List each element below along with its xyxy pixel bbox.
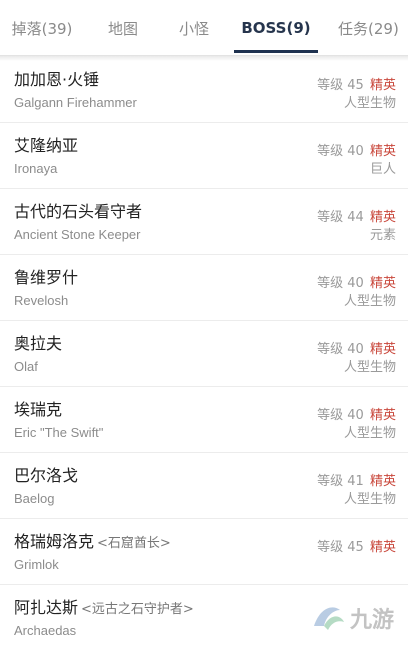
elite-badge: 精英 [369,540,396,555]
tab-map[interactable]: 地图 [94,0,152,56]
boss-type: 人型生物 [343,426,396,441]
boss-name: 埃瑞克 [14,400,63,419]
boss-name-en: Galgann Firehammer [14,95,137,110]
elite-badge: 精英 [369,474,396,489]
boss-row[interactable]: 巴尔洛戈 Baelog 等级 41 精英 人型生物 [0,453,408,519]
boss-name: 巴尔洛戈 [14,466,79,485]
boss-name-en: Archaedas [14,623,77,638]
boss-title: <远古之石守护者> [81,602,194,617]
boss-row[interactable]: 加加恩·火锤 Galgann Firehammer 等级 45 精英 人型生物 [0,57,408,123]
boss-row[interactable]: 艾隆纳亚 Ironaya 等级 40 精英 巨人 [0,123,408,189]
boss-row[interactable]: 鲁维罗什 Revelosh 等级 40 精英 人型生物 [0,255,408,321]
boss-level: 等级 44 精英 [317,210,396,225]
boss-level: 等级 45 精英 [317,78,396,93]
elite-badge: 精英 [369,210,396,225]
boss-level: 等级 45 精英 [317,540,396,555]
boss-row[interactable]: 埃瑞克 Eric "The Swift" 等级 40 精英 人型生物 [0,387,408,453]
boss-name: 加加恩·火锤 [14,70,100,89]
active-tab-indicator [234,50,318,53]
boss-list-page: 掉落(39) 地图 小怪 BOSS(9) 任务(29) 加加恩·火锤 Galga… [0,0,408,646]
boss-name: 鲁维罗什 [14,268,79,287]
watermark-text: 九游 [349,607,394,633]
boss-name: 格瑞姆洛克 <石窟酋长> [14,532,171,551]
tab-drops[interactable]: 掉落(39) [6,0,78,56]
boss-name-en: Revelosh [14,293,69,308]
boss-row[interactable]: 格瑞姆洛克 <石窟酋长> Grimlok 等级 45 精英 [0,519,408,585]
elite-badge: 精英 [369,276,396,291]
boss-type: 人型生物 [343,96,396,111]
boss-row[interactable]: 古代的石头看守者 Ancient Stone Keeper 等级 44 精英 元… [0,189,408,255]
elite-badge: 精英 [369,144,396,159]
boss-name-en: Baelog [14,491,55,506]
boss-level: 等级 40 精英 [317,276,396,291]
boss-type: 人型生物 [343,360,396,375]
boss-name-en: Olaf [14,359,38,374]
boss-level: 等级 41 精英 [317,474,396,489]
tab-mobs[interactable]: 小怪 [166,0,222,56]
boss-name-en: Ironaya [14,161,58,176]
tab-bar: 掉落(39) 地图 小怪 BOSS(9) 任务(29) [0,0,408,56]
boss-name-en: Grimlok [14,557,59,572]
boss-level: 等级 40 精英 [317,342,396,357]
jiuyou-logo-icon: 九游 [314,607,394,633]
elite-badge: 精英 [369,408,396,423]
boss-name-en: Ancient Stone Keeper [14,227,141,242]
elite-badge: 精英 [369,78,396,93]
boss-type: 巨人 [369,162,396,177]
boss-name: 奥拉夫 [14,334,63,353]
boss-name-en: Eric "The Swift" [14,425,104,440]
boss-row[interactable]: 奥拉夫 Olaf 等级 40 精英 人型生物 [0,321,408,387]
elite-badge: 精英 [369,342,396,357]
boss-type: 元素 [369,228,396,243]
tab-quests[interactable]: 任务(29) [332,0,408,56]
boss-type: 人型生物 [343,492,396,507]
boss-name: 阿扎达斯 <远古之石守护者> [14,598,194,617]
boss-type: 人型生物 [343,294,396,309]
boss-list: 加加恩·火锤 Galgann Firehammer 等级 45 精英 人型生物 … [0,57,408,646]
boss-title: <石窟酋长> [97,536,171,551]
boss-name: 古代的石头看守者 [14,202,143,221]
boss-name: 艾隆纳亚 [14,136,79,155]
tab-boss[interactable]: BOSS(9) [234,0,318,56]
boss-level: 等级 40 精英 [317,408,396,423]
boss-level: 等级 40 精英 [317,144,396,159]
